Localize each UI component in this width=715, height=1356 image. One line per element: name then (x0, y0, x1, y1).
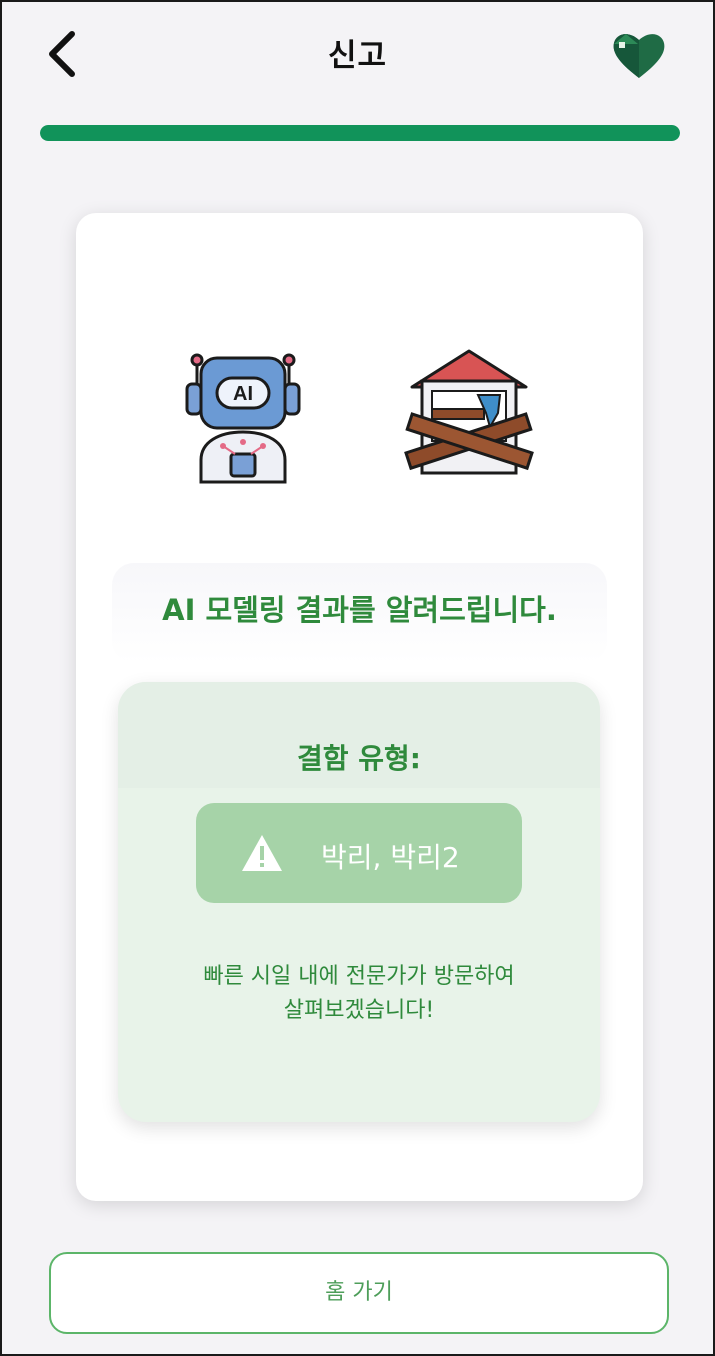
defect-type-badge: 박리, 박리2 (196, 803, 522, 903)
warning-icon (242, 835, 282, 871)
app-header: 신고 (2, 2, 713, 102)
boarded-house-hammer-icon (402, 347, 536, 477)
heart-house-logo-icon (608, 26, 670, 82)
progress-fill (40, 125, 680, 141)
result-card: AI AI 모델링 결과를 알려드립니다. 결함 유형: 박리, 박리2 빠른 … (76, 213, 643, 1201)
progress-bar (40, 125, 680, 141)
visit-notice-line-2: 살펴보겠습니다! (283, 998, 435, 1023)
headline-text: AI 모델링 결과를 알려드립니다. (162, 593, 557, 627)
defect-type-label: 결함 유형: (297, 742, 421, 775)
home-button[interactable]: 홈 가기 (49, 1252, 669, 1334)
page-title: 신고 (327, 38, 388, 74)
defect-type-value: 박리, 박리2 (321, 841, 460, 874)
visit-notice-line-1: 빠른 시일 내에 전문가가 방문하여 (203, 964, 515, 989)
ai-robot-icon: AI (183, 350, 303, 485)
svg-text:AI: AI (233, 383, 253, 405)
visit-notice: 빠른 시일 내에 전문가가 방문하여 살펴보겠습니다! (118, 960, 600, 1028)
defect-result-panel: 결함 유형: 박리, 박리2 빠른 시일 내에 전문가가 방문하여 살펴보겠습니… (118, 682, 600, 1122)
